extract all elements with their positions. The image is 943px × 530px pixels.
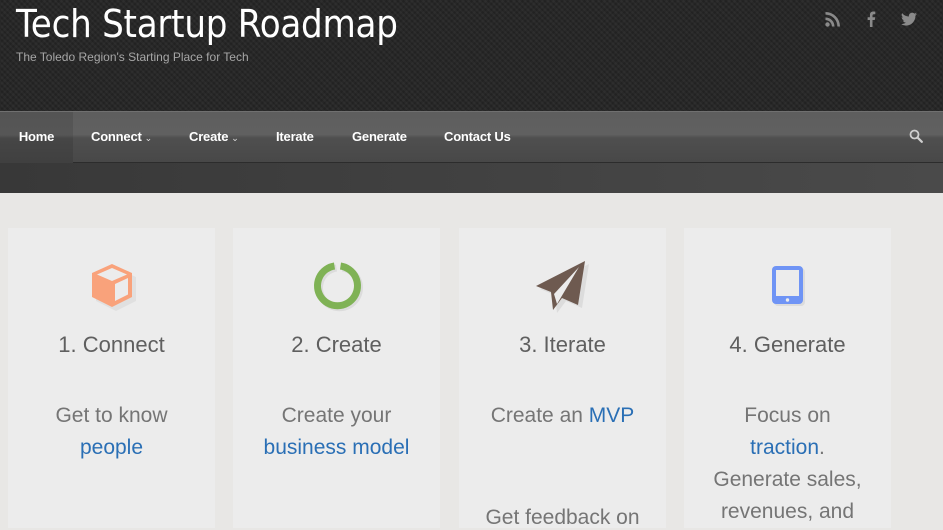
tablet-icon — [771, 266, 805, 306]
card-title: 2. Create — [291, 332, 382, 357]
card-title: 3. Iterate — [519, 332, 606, 357]
chevron-down-icon: ⌄ — [144, 133, 153, 143]
cube-icon — [91, 264, 136, 311]
nav-connect[interactable]: Connect ⌄ — [91, 112, 152, 163]
mvp-link[interactable]: MVP — [589, 404, 635, 427]
chevron-down-icon: ⌄ — [231, 133, 239, 143]
nav-home[interactable]: Home — [0, 112, 73, 163]
card-text-continuation: Generate sales, revenues, and — [713, 468, 862, 523]
twitter-icon[interactable] — [901, 10, 917, 28]
card-text: Create an MVP — [459, 400, 666, 432]
card-generate: 4. Generate Focus on traction. Generate s… — [684, 228, 891, 528]
people-link[interactable]: people — [80, 436, 143, 459]
nav-connect-label: Connect — [91, 129, 142, 144]
business-model-link[interactable]: business model — [264, 436, 410, 459]
card-text: Create your business model — [233, 400, 440, 464]
card-lower-text: Get feedback on — [485, 506, 640, 529]
traction-link[interactable]: traction — [750, 436, 819, 459]
social-links — [825, 10, 917, 28]
rss-icon[interactable] — [825, 10, 841, 28]
card-title: 1. Connect — [58, 332, 165, 357]
sub-header-bar — [0, 163, 943, 193]
card-iterate: 3. Iterate Create an MVP Get feedback on — [459, 228, 666, 529]
card-connect: 1. Connect Get to know people — [8, 228, 215, 528]
card-icon-wrap — [684, 256, 891, 316]
site-title[interactable]: Tech Startup Roadmap — [16, 2, 398, 46]
power-ring-icon — [313, 262, 363, 312]
paper-plane-icon — [535, 261, 589, 313]
search-icon[interactable] — [909, 129, 923, 148]
site-tagline: The Toledo Region's Starting Place for T… — [16, 50, 249, 64]
card-text-prefix: Get to know — [55, 404, 168, 427]
card-text-prefix: Focus on — [744, 404, 831, 427]
card-text-prefix: Create your — [281, 404, 392, 427]
card-icon-wrap — [233, 256, 440, 316]
nav-generate[interactable]: Generate — [352, 112, 407, 163]
nav-generate-label: Generate — [352, 129, 407, 144]
facebook-icon[interactable] — [863, 10, 879, 28]
card-icon-wrap — [8, 256, 215, 316]
nav-contact-us[interactable]: Contact Us — [444, 112, 511, 163]
nav-create-label: Create — [189, 129, 229, 144]
card-title: 4. Generate — [729, 332, 846, 357]
card-text: Get to know people — [8, 400, 215, 464]
nav-iterate-label: Iterate — [276, 129, 314, 144]
card-icon-wrap — [459, 256, 666, 316]
card-create: 2. Create Create your business model — [233, 228, 440, 528]
main-nav: Home Connect ⌄ Create ⌄ Iterate Generate C… — [0, 111, 943, 163]
nav-contact-us-label: Contact Us — [444, 129, 511, 144]
card-text-suffix: . — [819, 436, 825, 459]
nav-create[interactable]: Create ⌄ — [189, 112, 239, 163]
site-header: Tech Startup Roadmap The Toledo Region's… — [0, 0, 943, 111]
card-text-prefix: Create an — [490, 404, 583, 427]
card-text: Focus on traction. Generate sales, revenu… — [684, 400, 891, 528]
nav-home-label: Home — [18, 129, 55, 144]
nav-iterate[interactable]: Iterate — [276, 112, 314, 163]
